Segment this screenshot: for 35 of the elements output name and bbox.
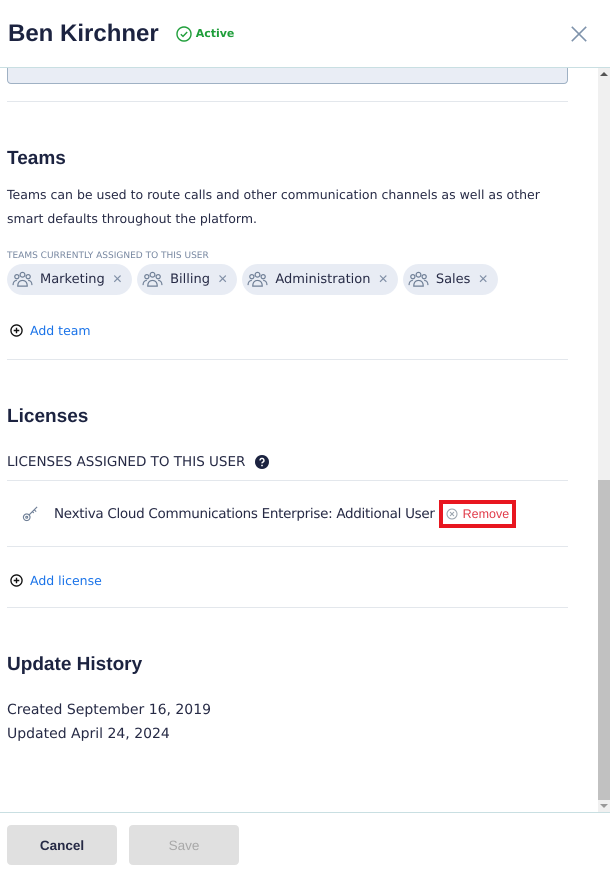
list-label: LICENSES ASSIGNED TO THIS USER [7, 454, 246, 470]
help-icon[interactable] [255, 455, 270, 469]
close-icon[interactable] [570, 24, 588, 42]
remove-team-button[interactable]: × [112, 270, 122, 288]
group-icon [142, 271, 164, 288]
remove-team-button[interactable]: × [378, 270, 388, 288]
status-label: Active [196, 27, 234, 40]
group-icon [408, 271, 429, 288]
remove-team-button[interactable]: × [478, 270, 488, 288]
team-name: Administration [275, 272, 370, 287]
team-name: Sales [436, 272, 470, 287]
remove-circle-icon [446, 508, 458, 520]
key-icon [22, 505, 39, 522]
group-icon [12, 271, 33, 288]
check-circle-icon [176, 26, 192, 42]
plus-circle-icon [10, 574, 23, 587]
history-line: Created September 16, 2019 [7, 701, 212, 720]
user-name: Ben Kirchner [8, 20, 159, 48]
remove-team-button[interactable]: × [218, 270, 228, 288]
list-label: TEAMS CURRENTLY ASSIGNED TO THIS USER [7, 251, 210, 261]
section-heading: Update History [7, 653, 144, 677]
plus-circle-icon [10, 324, 23, 337]
team-name: Billing [170, 272, 210, 287]
cancel-button[interactable]: Cancel [7, 825, 117, 865]
add-team-link[interactable]: Add team [7, 323, 568, 338]
remove-button[interactable]: Remove [438, 500, 516, 528]
team-name: Marketing [40, 272, 105, 287]
group-icon [247, 271, 268, 288]
teams-description: Teams can be used to route calls and other communication channels as well as other smart defaults throughout the platform. [7, 186, 541, 228]
section-heading: Licenses [7, 405, 90, 429]
license-name: Nextiva Cloud Communications Enterprise: Additional User [54, 506, 435, 522]
history-line: Updated April 24, 2024 [7, 725, 171, 744]
section-heading: Teams [7, 147, 67, 171]
add-license-link[interactable]: Add license [7, 573, 568, 588]
scrollbar[interactable] [598, 68, 610, 812]
